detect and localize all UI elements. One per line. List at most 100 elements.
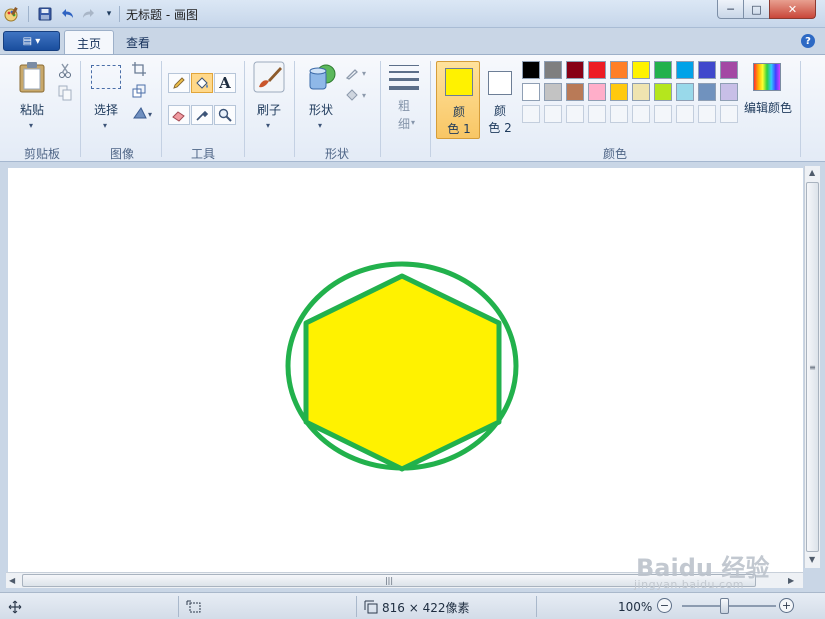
title-separator (119, 6, 120, 22)
palette-custom-slot[interactable] (676, 105, 694, 123)
scroll-up-icon[interactable]: ▲ (809, 168, 815, 177)
maximize-button[interactable]: □ (743, 0, 770, 19)
zoom-in-button[interactable]: + (779, 598, 794, 613)
selection-size-icon (186, 597, 202, 617)
zoom-slider-track[interactable] (682, 605, 776, 607)
tools-group-label: 工具 (190, 147, 215, 161)
size-label-line2: 细 (397, 117, 410, 131)
scroll-right-icon[interactable]: ▶ (788, 576, 794, 585)
vertical-scrollbar[interactable]: ▲ ≡ ▼ (804, 166, 820, 568)
outline-icon[interactable]: ▾ (344, 63, 372, 83)
palette-custom-slot[interactable] (544, 105, 562, 123)
color2-button[interactable]: 颜 色 2 (478, 61, 522, 139)
tab-view[interactable]: 查看 (114, 30, 162, 54)
palette-color-swatch[interactable] (676, 83, 694, 101)
fill-bucket-icon[interactable] (191, 73, 213, 93)
color-picker-icon[interactable] (191, 105, 213, 125)
palette-color-swatch[interactable] (588, 61, 606, 79)
copy-icon[interactable] (54, 83, 76, 103)
size-button[interactable]: 粗 细 ▾ (386, 59, 422, 133)
palette-color-swatch[interactable] (632, 61, 650, 79)
palette-color-swatch[interactable] (654, 83, 672, 101)
color1-swatch (445, 68, 473, 96)
palette-color-swatch[interactable] (522, 61, 540, 79)
palette-color-swatch[interactable] (544, 83, 562, 101)
svg-text:▾: ▾ (362, 91, 366, 100)
crop-icon[interactable] (128, 59, 150, 79)
paste-button[interactable]: 粘贴 ▾ (12, 59, 52, 133)
paste-label: 粘贴 (19, 103, 44, 117)
status-bar: 816 × 422像素 100% − + (0, 592, 825, 619)
palette-color-swatch[interactable] (610, 83, 628, 101)
palette-color-swatch[interactable] (610, 61, 628, 79)
palette-custom-slot[interactable] (698, 105, 716, 123)
magnifier-icon[interactable] (214, 105, 236, 125)
save-icon[interactable] (36, 5, 54, 23)
group-separator (380, 61, 381, 157)
color2-swatch (488, 71, 512, 95)
palette-custom-slot[interactable] (522, 105, 540, 123)
edit-colors-button[interactable]: 编辑颜色 (742, 59, 794, 133)
palette-color-swatch[interactable] (544, 61, 562, 79)
tab-home[interactable]: 主页 (64, 30, 115, 55)
size-icon (389, 65, 419, 90)
paint-app-icon[interactable] (2, 5, 20, 23)
zoom-level: 100% (618, 600, 653, 614)
palette-custom-slot[interactable] (610, 105, 628, 123)
pencil-icon[interactable] (168, 73, 190, 93)
palette-custom-slot[interactable] (566, 105, 584, 123)
redo-icon[interactable] (80, 5, 98, 23)
fill-icon[interactable]: ▾ (344, 85, 372, 105)
select-button[interactable]: 选择 ▾ (86, 59, 126, 133)
palette-custom-slot[interactable] (632, 105, 650, 123)
palette-color-swatch[interactable] (720, 83, 738, 101)
group-separator (80, 61, 81, 157)
palette-color-swatch[interactable] (522, 83, 540, 101)
shapes-icon (309, 64, 336, 90)
palette-color-swatch[interactable] (588, 83, 606, 101)
zoom-slider-thumb[interactable] (720, 598, 729, 614)
color1-label-line2: 色 1 (447, 122, 471, 136)
color2-label-line1: 颜 (493, 104, 506, 118)
svg-text:▾: ▾ (362, 69, 366, 78)
palette-color-swatch[interactable] (720, 61, 738, 79)
shapes-button[interactable]: 形状 ▾ (300, 59, 342, 133)
text-tool-icon[interactable]: A (214, 73, 236, 93)
palette-color-swatch[interactable] (566, 83, 584, 101)
cursor-position-icon (8, 597, 22, 617)
palette-color-swatch[interactable] (676, 61, 694, 79)
undo-icon[interactable] (58, 5, 76, 23)
eraser-icon[interactable] (168, 105, 190, 125)
resize-icon[interactable] (128, 81, 150, 101)
zoom-out-button[interactable]: − (657, 598, 672, 613)
rotate-icon[interactable]: ▾ (128, 103, 158, 123)
brushes-button[interactable]: 刷子 ▾ (248, 59, 290, 133)
vertical-scroll-thumb[interactable]: ≡ (806, 182, 819, 552)
edit-colors-icon (753, 63, 781, 91)
minimize-button[interactable]: ─ (717, 0, 744, 19)
cut-icon[interactable] (54, 61, 76, 81)
palette-color-swatch[interactable] (698, 61, 716, 79)
canvas-workarea: ▲ ≡ ▼ ◀ ||| ▶ Baidu 经验 jingyan.baidu.com (0, 162, 825, 592)
brush-icon (253, 61, 285, 93)
palette-color-swatch[interactable] (698, 83, 716, 101)
window-title: 无标题 - 画图 (126, 8, 198, 22)
scroll-left-icon[interactable]: ◀ (9, 576, 15, 585)
close-button[interactable]: ✕ (769, 0, 816, 19)
ribbon-tab-bar: ▤ ▾ 主页 查看 ? (0, 28, 825, 55)
palette-color-swatch[interactable] (654, 61, 672, 79)
drawing-canvas[interactable] (8, 168, 803, 572)
scroll-down-icon[interactable]: ▼ (809, 555, 815, 564)
group-separator (161, 61, 162, 157)
palette-custom-slot[interactable] (720, 105, 738, 123)
paint-menu-button[interactable]: ▤ ▾ (3, 31, 60, 51)
dropdown-icon[interactable]: ▾ (100, 5, 118, 23)
palette-custom-slot[interactable] (588, 105, 606, 123)
color1-button[interactable]: 颜 色 1 (436, 61, 480, 139)
palette-color-swatch[interactable] (632, 83, 650, 101)
palette-custom-slot[interactable] (654, 105, 672, 123)
image-group-label: 图像 (109, 147, 134, 161)
help-icon[interactable]: ? (801, 34, 815, 48)
palette-color-swatch[interactable] (566, 61, 584, 79)
clipboard-icon (19, 62, 45, 93)
